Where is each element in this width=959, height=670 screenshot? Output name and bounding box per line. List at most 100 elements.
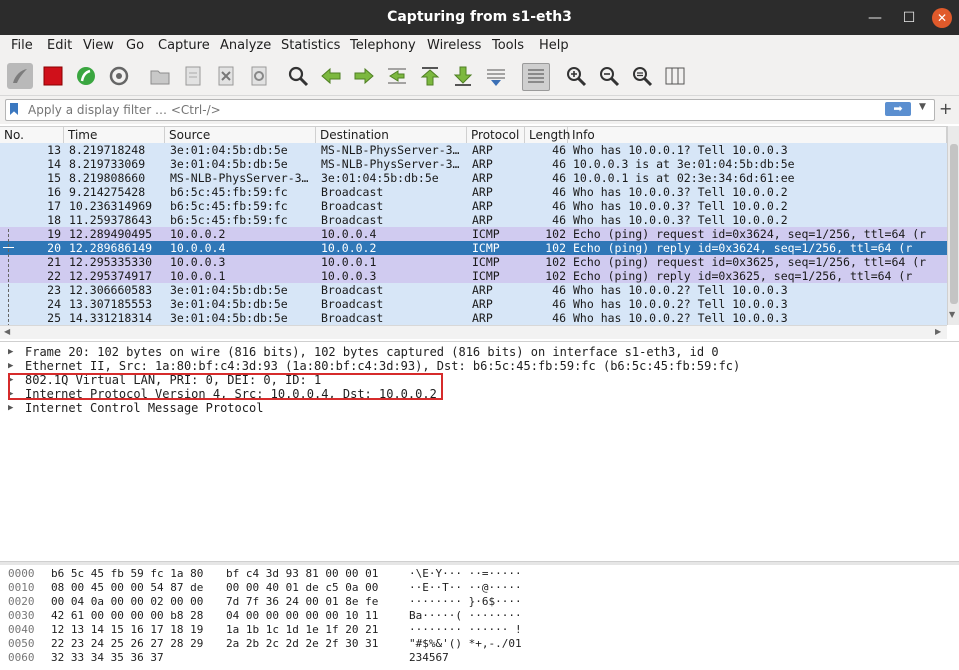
- menu-telephony[interactable]: Telephony: [350, 38, 416, 53]
- hex-bytes[interactable]: b6 5c 45 fb 59 fc 1a 80: [51, 567, 203, 580]
- add-filter-icon[interactable]: +: [939, 99, 952, 118]
- column-header-length[interactable]: Length: [525, 127, 570, 143]
- packet-row[interactable]: 21 12.295335330 10.0.0.3 10.0.0.1 ICMP 102 Ech…: [0, 255, 947, 269]
- hex-bytes[interactable]: 22 23 24 25 26 27 28 29: [51, 637, 203, 650]
- first-packet-icon[interactable]: [417, 63, 443, 89]
- zoom-out-icon[interactable]: [596, 63, 622, 89]
- hex-ascii[interactable]: ········ ······ !: [409, 623, 522, 636]
- hex-bytes[interactable]: 00 04 0a 00 00 02 00 00: [51, 595, 203, 608]
- menu-wireless[interactable]: Wireless: [427, 38, 481, 53]
- expand-arrow-icon[interactable]: ▶: [8, 345, 13, 359]
- menu-capture[interactable]: Capture: [158, 38, 210, 53]
- maximize-icon[interactable]: ☐: [900, 9, 918, 27]
- colorize-icon[interactable]: [522, 63, 550, 91]
- minimize-icon[interactable]: —: [866, 9, 884, 27]
- hex-bytes[interactable]: 2a 2b 2c 2d 2e 2f 30 31: [226, 637, 378, 650]
- bookmark-icon[interactable]: [10, 103, 18, 115]
- packet-row[interactable]: 17 10.236314969 b6:5c:45:fb:59:fc Broadcast…: [0, 199, 947, 213]
- hex-bytes[interactable]: 32 33 34 35 36 37: [51, 651, 164, 664]
- filter-dropdown-icon[interactable]: ▼: [919, 102, 926, 112]
- scroll-thumb[interactable]: [950, 144, 958, 304]
- column-header-source[interactable]: Source: [165, 127, 316, 143]
- menu-file[interactable]: File: [11, 38, 33, 53]
- hex-ascii[interactable]: ··E··T·· ··@·····: [409, 581, 522, 594]
- detail-row[interactable]: ▶ Ethernet II, Src: 1a:80:bf:c4:3d:93 (1a…: [0, 359, 959, 373]
- column-header-time[interactable]: Time: [64, 127, 165, 143]
- menu-edit[interactable]: Edit: [47, 38, 72, 53]
- open-file-icon[interactable]: [147, 63, 173, 89]
- capture-options-icon[interactable]: [106, 63, 132, 89]
- restart-capture-icon[interactable]: [73, 63, 99, 89]
- hex-ascii[interactable]: "#$%&'() *+,-./01: [409, 637, 522, 650]
- window-title: Capturing from s1-eth3: [387, 9, 572, 25]
- display-filter-input[interactable]: [26, 101, 890, 119]
- hex-bytes[interactable]: 1a 1b 1c 1d 1e 1f 20 21: [226, 623, 378, 636]
- packet-row[interactable]: 25 14.331218314 3e:01:04:5b:db:5e Broadcast…: [0, 311, 947, 325]
- last-packet-icon[interactable]: [450, 63, 476, 89]
- find-packet-icon[interactable]: [285, 63, 311, 89]
- packet-no: 15: [47, 171, 61, 185]
- menu-help[interactable]: Help: [539, 38, 569, 53]
- close-icon[interactable]: ✕: [932, 8, 952, 28]
- apply-filter-icon[interactable]: ➡: [885, 102, 911, 116]
- start-capture-icon[interactable]: [7, 63, 33, 89]
- normal-size-icon[interactable]: [629, 63, 655, 89]
- hex-bytes[interactable]: 04 00 00 00 00 00 10 11: [226, 609, 378, 622]
- packet-source: 3e:01:04:5b:db:5e: [170, 157, 288, 171]
- hex-bytes[interactable]: 00 00 40 01 de c5 0a 00: [226, 581, 378, 594]
- save-file-icon[interactable]: [180, 63, 206, 89]
- packet-row[interactable]: 22 12.295374917 10.0.0.1 10.0.0.3 ICMP 102 Ech…: [0, 269, 947, 283]
- menu-tools[interactable]: Tools: [492, 38, 524, 53]
- packet-list-hscroll[interactable]: ◀ ▶: [0, 325, 947, 339]
- hex-bytes[interactable]: bf c4 3d 93 81 00 00 01: [226, 567, 378, 580]
- menu-view[interactable]: View: [83, 38, 114, 53]
- go-back-icon[interactable]: [318, 63, 344, 89]
- auto-scroll-icon[interactable]: [483, 63, 509, 89]
- column-header-protocol[interactable]: Protocol: [467, 127, 525, 143]
- hex-ascii[interactable]: 234567: [409, 651, 449, 664]
- packet-row[interactable]: 19 12.289490495 10.0.0.2 10.0.0.4 ICMP 102 Ech…: [0, 227, 947, 241]
- resize-columns-icon[interactable]: [662, 63, 688, 89]
- scroll-left-icon[interactable]: ◀: [4, 327, 10, 336]
- hex-ascii[interactable]: ········ }·6$····: [409, 595, 522, 608]
- column-header-destination[interactable]: Destination: [316, 127, 467, 143]
- packet-row[interactable]: 15 8.219808660 MS-NLB-PhysServer-3… 3e:01:0…: [0, 171, 947, 185]
- packet-destination: Broadcast: [321, 283, 384, 297]
- display-filter-field[interactable]: ➡ ▼: [5, 99, 935, 121]
- packet-row[interactable]: 16 9.214275428 b6:5c:45:fb:59:fc Broadcast A…: [0, 185, 947, 199]
- hex-bytes[interactable]: 42 61 00 00 00 00 b8 28: [51, 609, 203, 622]
- menu-analyze[interactable]: Analyze: [220, 38, 271, 53]
- packet-row[interactable]: 20 12.289686149 10.0.0.4 10.0.0.2 ICMP 102 Ech…: [0, 241, 947, 255]
- hex-bytes[interactable]: 12 13 14 15 16 17 18 19: [51, 623, 203, 636]
- detail-row[interactable]: ▶ Internet Control Message Protocol: [0, 401, 959, 415]
- hex-bytes[interactable]: 7d 7f 36 24 00 01 8e fe: [226, 595, 378, 608]
- packet-row[interactable]: 24 13.307185553 3e:01:04:5b:db:5e Broadcast…: [0, 297, 947, 311]
- close-file-icon[interactable]: [213, 63, 239, 89]
- reload-file-icon[interactable]: [246, 63, 272, 89]
- packet-no: 16: [47, 185, 61, 199]
- hex-ascii[interactable]: Ba·····( ········: [409, 609, 522, 622]
- scroll-right-icon[interactable]: ▶: [935, 327, 941, 336]
- menu-go[interactable]: Go: [126, 38, 144, 53]
- stop-capture-icon[interactable]: [40, 63, 66, 89]
- related-packet-icon: [3, 247, 14, 248]
- packet-row[interactable]: 13 8.219718248 3e:01:04:5b:db:5e MS-NLB-Phy…: [0, 143, 947, 157]
- packet-list-vscroll[interactable]: ▼: [947, 126, 959, 325]
- packet-row[interactable]: 23 12.306660583 3e:01:04:5b:db:5e Broadcast…: [0, 283, 947, 297]
- detail-row[interactable]: ▶ Frame 20: 102 bytes on wire (816 bits),…: [0, 345, 959, 359]
- scroll-down-icon[interactable]: ▼: [949, 310, 955, 319]
- hex-bytes[interactable]: 08 00 45 00 00 54 87 de: [51, 581, 203, 594]
- column-header-no[interactable]: No.: [0, 127, 64, 143]
- menu-statistics[interactable]: Statistics: [281, 38, 340, 53]
- go-forward-icon[interactable]: [351, 63, 377, 89]
- go-to-packet-icon[interactable]: [384, 63, 410, 89]
- packet-row[interactable]: 14 8.219733069 3e:01:04:5b:db:5e MS-NLB-Phy…: [0, 157, 947, 171]
- expand-arrow-icon[interactable]: ▶: [8, 401, 13, 415]
- column-header-info[interactable]: Info: [568, 127, 947, 143]
- hex-ascii[interactable]: ·\E·Y··· ··=·····: [409, 567, 522, 580]
- packet-row[interactable]: 18 11.259378643 b6:5c:45:fb:59:fc Broadcast…: [0, 213, 947, 227]
- zoom-in-icon[interactable]: [563, 63, 589, 89]
- packet-no: 20: [47, 241, 61, 255]
- packet-info: Who has 10.0.0.2? Tell 10.0.0.3: [573, 283, 788, 297]
- expand-arrow-icon[interactable]: ▶: [8, 359, 13, 373]
